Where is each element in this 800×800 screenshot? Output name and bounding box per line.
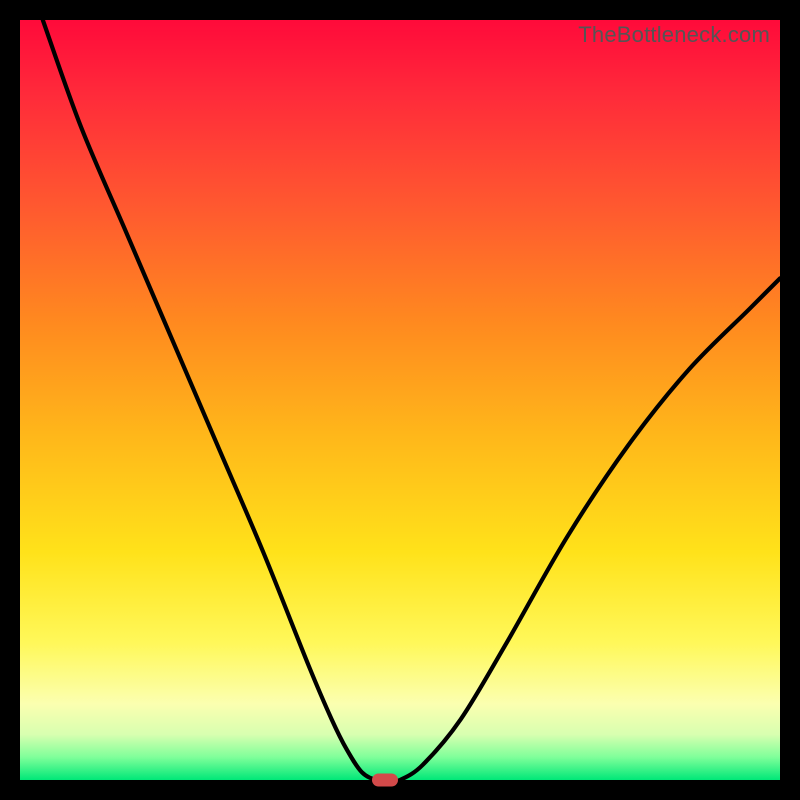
chart-frame: TheBottleneck.com [0,0,800,800]
bottleneck-curve [20,20,780,780]
curve-path [43,20,780,781]
plot-area: TheBottleneck.com [20,20,780,780]
optimal-marker [372,774,398,787]
